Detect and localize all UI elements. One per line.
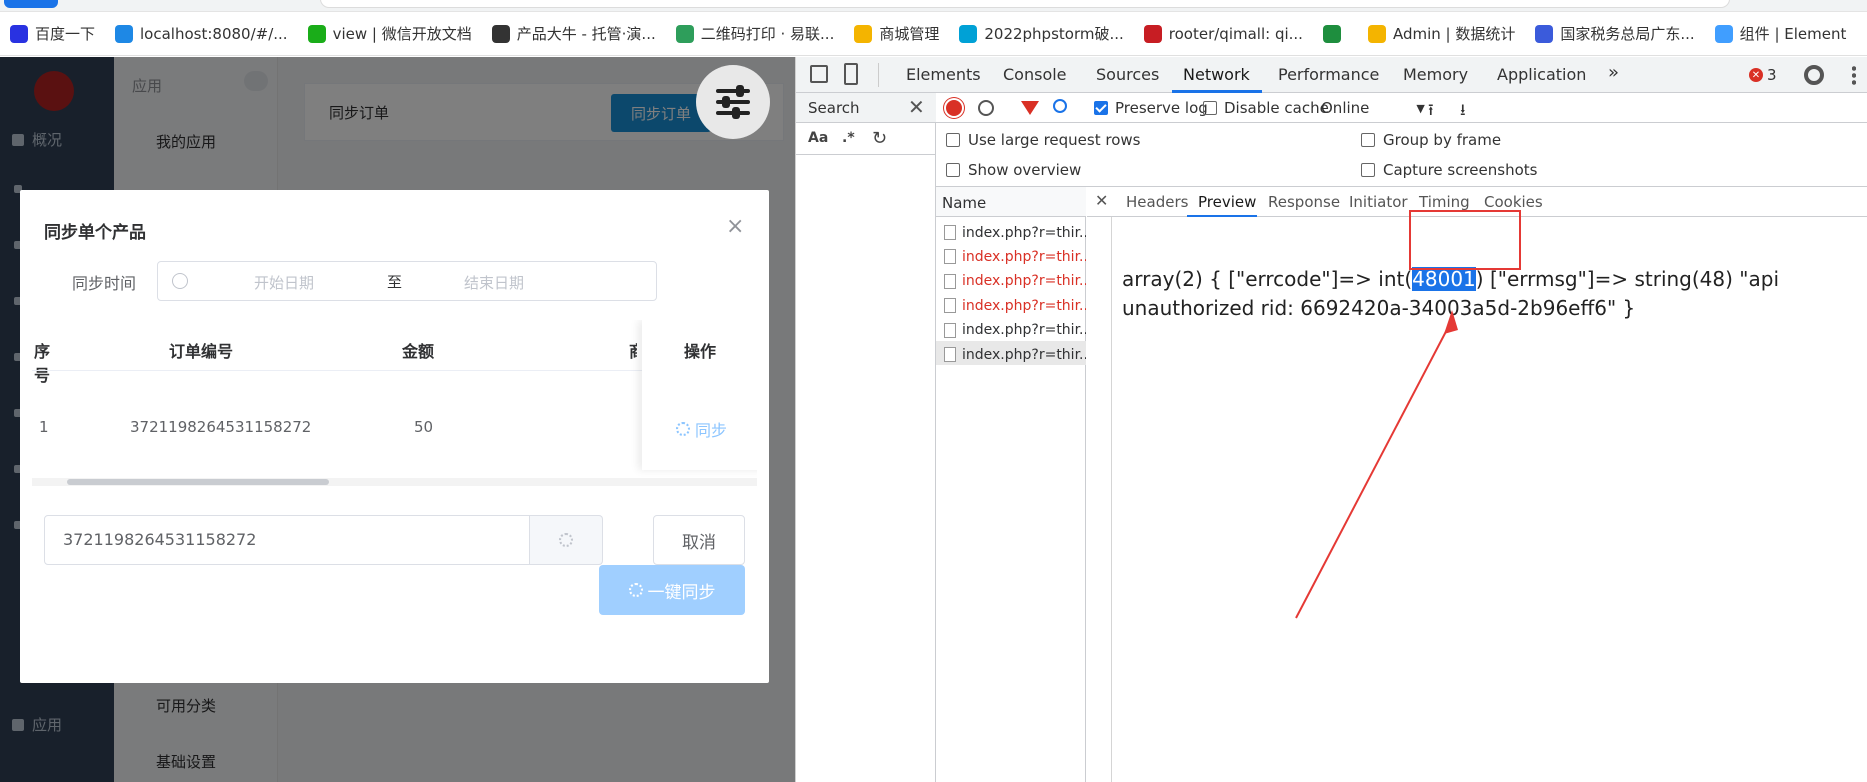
annotation-arrow bbox=[1295, 310, 1458, 619]
